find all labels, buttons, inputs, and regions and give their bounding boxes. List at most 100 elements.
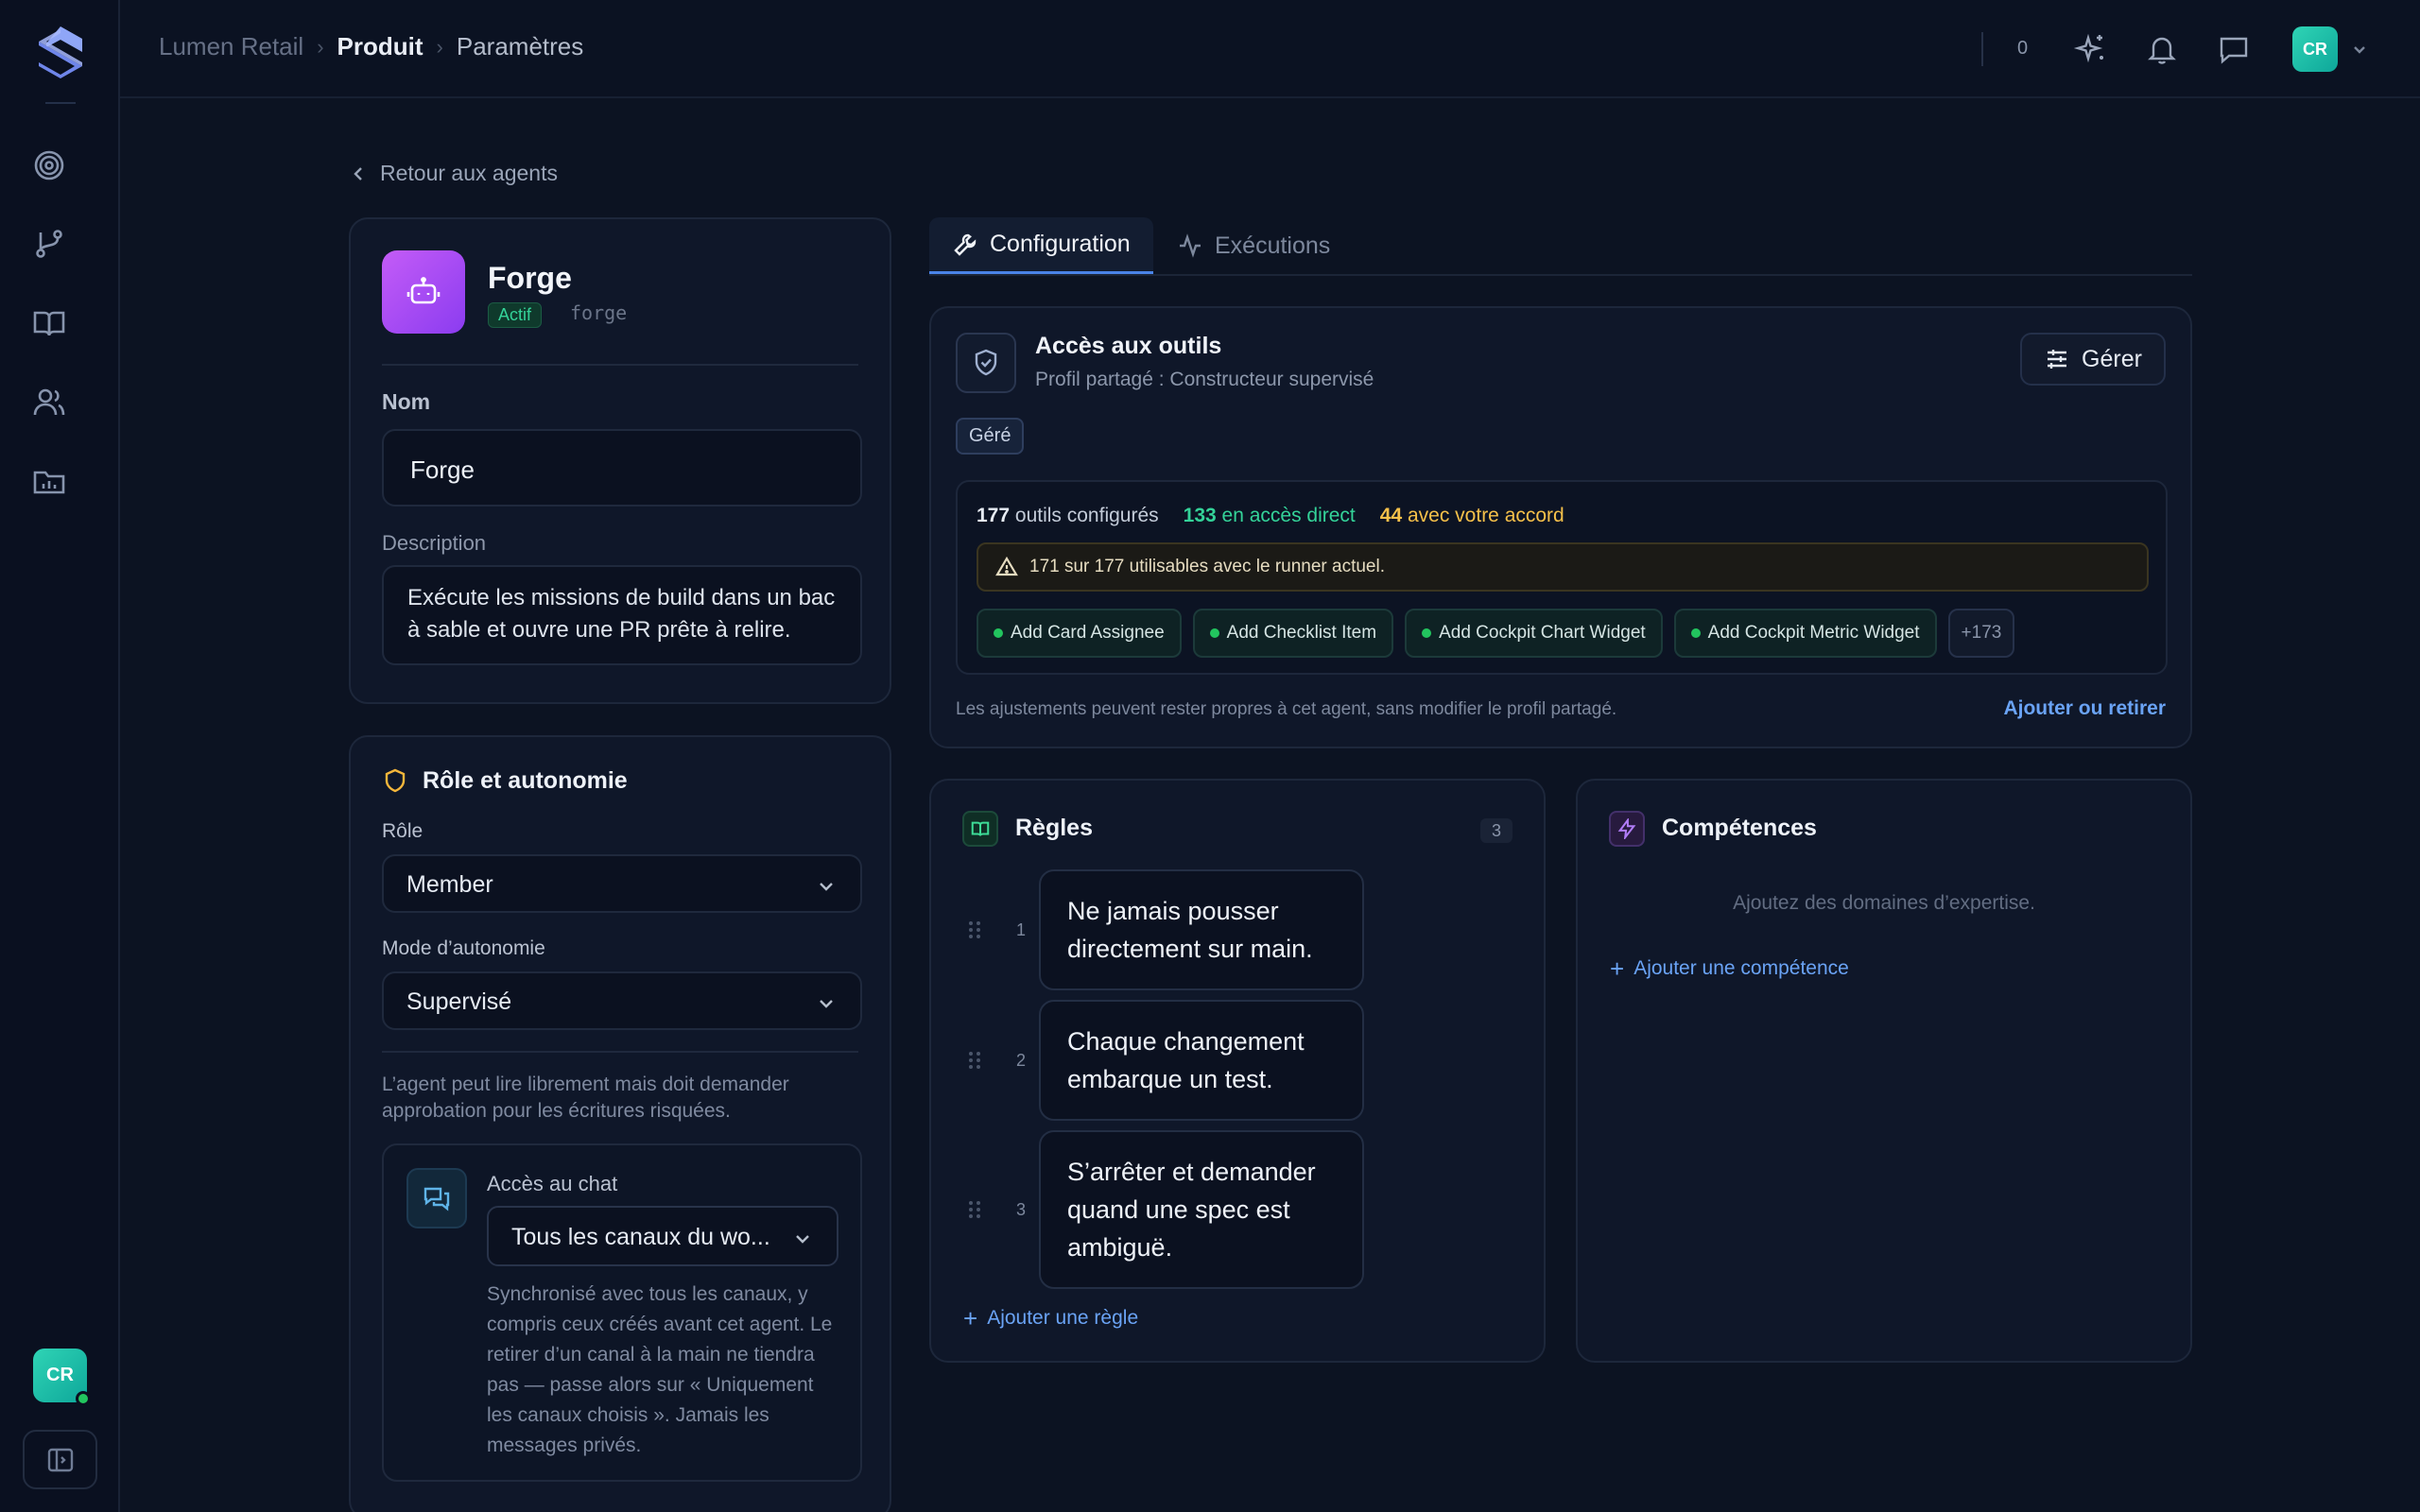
tool-chip[interactable]: Add Cockpit Metric Widget: [1673, 609, 1937, 658]
tab-executions[interactable]: Exécutions: [1154, 217, 1353, 274]
chat-access-select[interactable]: Tous les canaux du wo...: [487, 1206, 838, 1266]
chat-bubbles-icon: [406, 1168, 467, 1228]
app-logo[interactable]: [33, 23, 88, 83]
tab-configuration[interactable]: Configuration: [929, 217, 1153, 274]
folder-chart-icon[interactable]: [30, 463, 68, 501]
more-tools-chip[interactable]: +173: [1947, 609, 2015, 658]
skills-empty-state: Ajoutez des domaines d’expertise.: [1733, 892, 2035, 914]
tool-chip[interactable]: Add Checklist Item: [1192, 609, 1394, 658]
skills-card: Compétences Ajoutez des domaines d’exper…: [1576, 779, 2192, 1363]
rule-text[interactable]: Chaque changement embarque un test.: [1039, 1000, 1364, 1121]
plus-icon: +: [1610, 954, 1625, 983]
message-icon[interactable]: [2215, 30, 2253, 68]
manage-button[interactable]: Gérer: [2020, 333, 2166, 386]
enabled-dot: [1422, 628, 1432, 638]
shield-check-icon: [956, 333, 1016, 393]
agent-name: Forge: [488, 261, 572, 295]
plus-icon: +: [963, 1304, 978, 1332]
back-link-label: Retour aux agents: [380, 161, 558, 185]
breadcrumb: Lumen Retail › Produit › Paramètres: [159, 32, 583, 61]
drag-handle-icon[interactable]: [967, 919, 982, 941]
sliders-icon: [2048, 350, 2067, 369]
chat-access-value: Tous les canaux du wo...: [511, 1224, 770, 1250]
tool-chip-list: Add Card Assignee Add Checklist Item Add…: [977, 609, 2015, 658]
warning-triangle-icon: [995, 556, 1018, 576]
stat-direct: 133 en accès direct: [1184, 505, 1356, 527]
avatar-initials: CR: [2303, 39, 2327, 59]
user-avatar[interactable]: CR: [33, 1349, 91, 1406]
chat-access-note: Synchronisé avec tous les canaux, y comp…: [487, 1283, 833, 1456]
add-rule-label: Ajouter une règle: [987, 1307, 1139, 1329]
tool-chip[interactable]: Add Card Assignee: [977, 609, 1182, 658]
tab-label: Configuration: [990, 231, 1131, 257]
book-icon[interactable]: [30, 304, 68, 342]
description-textarea[interactable]: Exécute les missions de build dans un ba…: [382, 565, 862, 665]
chevron-down-icon: [796, 1235, 809, 1244]
account-avatar[interactable]: CR: [2292, 26, 2338, 72]
lightning-icon: [1609, 811, 1645, 847]
rule-item: 1 Ne jamais pousser directement sur main…: [931, 869, 1544, 990]
name-input-value: Forge: [410, 455, 475, 484]
tool-chip-label: Add Cockpit Metric Widget: [1707, 623, 1920, 643]
tab-bar: Configuration Exécutions: [929, 217, 2192, 276]
stat-direct-count: 133: [1183, 505, 1217, 526]
tool-summary-panel: 177 outils configurés 133 en accès direc…: [956, 480, 2168, 675]
add-skill-button[interactable]: + Ajouter une compétence: [1610, 956, 1849, 981]
add-skill-label: Ajouter une compétence: [1634, 957, 1849, 979]
rules-count-badge: 3: [1480, 818, 1512, 843]
stat-direct-label: en accès direct: [1221, 505, 1356, 526]
rule-text[interactable]: S’arrêter et demander quand une spec est…: [1039, 1130, 1364, 1289]
autonomy-label: Mode d’autonomie: [382, 937, 545, 959]
chat-access-label: Accès au chat: [487, 1172, 618, 1195]
enabled-dot: [994, 628, 1003, 638]
runner-warning-text: 171 sur 177 utilisables avec le runner a…: [1029, 557, 1386, 576]
enabled-dot: [1209, 628, 1219, 638]
wrench-icon: [954, 233, 977, 256]
collapse-sidebar-button[interactable]: [23, 1430, 97, 1489]
name-label: Nom: [382, 389, 431, 414]
role-select-value: Member: [406, 871, 493, 898]
chevron-left-icon: [354, 166, 362, 180]
stat-configured-label: outils configurés: [1014, 505, 1159, 526]
tool-chip-label: Add Cockpit Chart Widget: [1439, 623, 1646, 643]
shield-icon: [382, 767, 408, 794]
notification-count: 0: [2017, 38, 2029, 59]
breadcrumb-org[interactable]: Lumen Retail: [159, 32, 303, 61]
divider: [382, 1051, 858, 1053]
breadcrumb-section[interactable]: Produit: [337, 32, 424, 61]
rules-card: Règles 3 1 Ne jamais pousser directement…: [929, 779, 1546, 1363]
topbar-divider: [1981, 32, 1983, 66]
autonomy-select[interactable]: Supervisé: [382, 971, 862, 1030]
status-badge: Actif: [488, 302, 543, 328]
sparkles-icon[interactable]: [2072, 30, 2110, 68]
tool-access-subtitle: Profil partagé : Constructeur supervisé: [1035, 369, 1374, 390]
agent-slug: forge: [570, 301, 628, 324]
tool-access-title: Accès aux outils: [1035, 333, 1222, 359]
rule-text[interactable]: Ne jamais pousser directement sur main.: [1039, 869, 1364, 990]
sidebar-toggle-icon: [47, 1448, 73, 1471]
stat-approval-label: avec votre accord: [1407, 505, 1564, 526]
users-icon[interactable]: [30, 384, 68, 421]
tool-chip[interactable]: Add Cockpit Chart Widget: [1405, 609, 1663, 658]
bell-icon[interactable]: [2143, 30, 2181, 68]
target-icon[interactable]: [30, 146, 68, 184]
sidebar: CR: [0, 0, 120, 1512]
git-branch-icon[interactable]: [30, 225, 68, 263]
add-remove-tools-link[interactable]: Ajouter ou retirer: [2003, 697, 2166, 720]
drag-handle-icon[interactable]: [967, 1049, 982, 1072]
tool-chip-label: Add Checklist Item: [1226, 623, 1377, 643]
role-autonomy-card: Rôle et autonomie Rôle Member Mode d’aut…: [349, 735, 891, 1512]
rule-item: 3 S’arrêter et demander quand une spec e…: [931, 1130, 1544, 1289]
rule-number: 1: [1016, 920, 1027, 939]
rules-title: Règles: [1015, 815, 1093, 841]
role-select[interactable]: Member: [382, 854, 862, 913]
back-to-agents-link[interactable]: Retour aux agents: [350, 161, 558, 186]
chat-access-panel: Accès au chat Tous les canaux du wo... S…: [382, 1143, 862, 1482]
rule-number: 2: [1016, 1051, 1027, 1070]
name-input[interactable]: Forge: [382, 429, 862, 507]
add-rule-button[interactable]: + Ajouter une règle: [963, 1306, 1138, 1331]
drag-handle-icon[interactable]: [967, 1198, 982, 1221]
chevron-down-icon[interactable]: [2348, 38, 2371, 60]
manage-button-label: Gérer: [2082, 345, 2142, 372]
autonomy-select-value: Supervisé: [406, 988, 512, 1015]
